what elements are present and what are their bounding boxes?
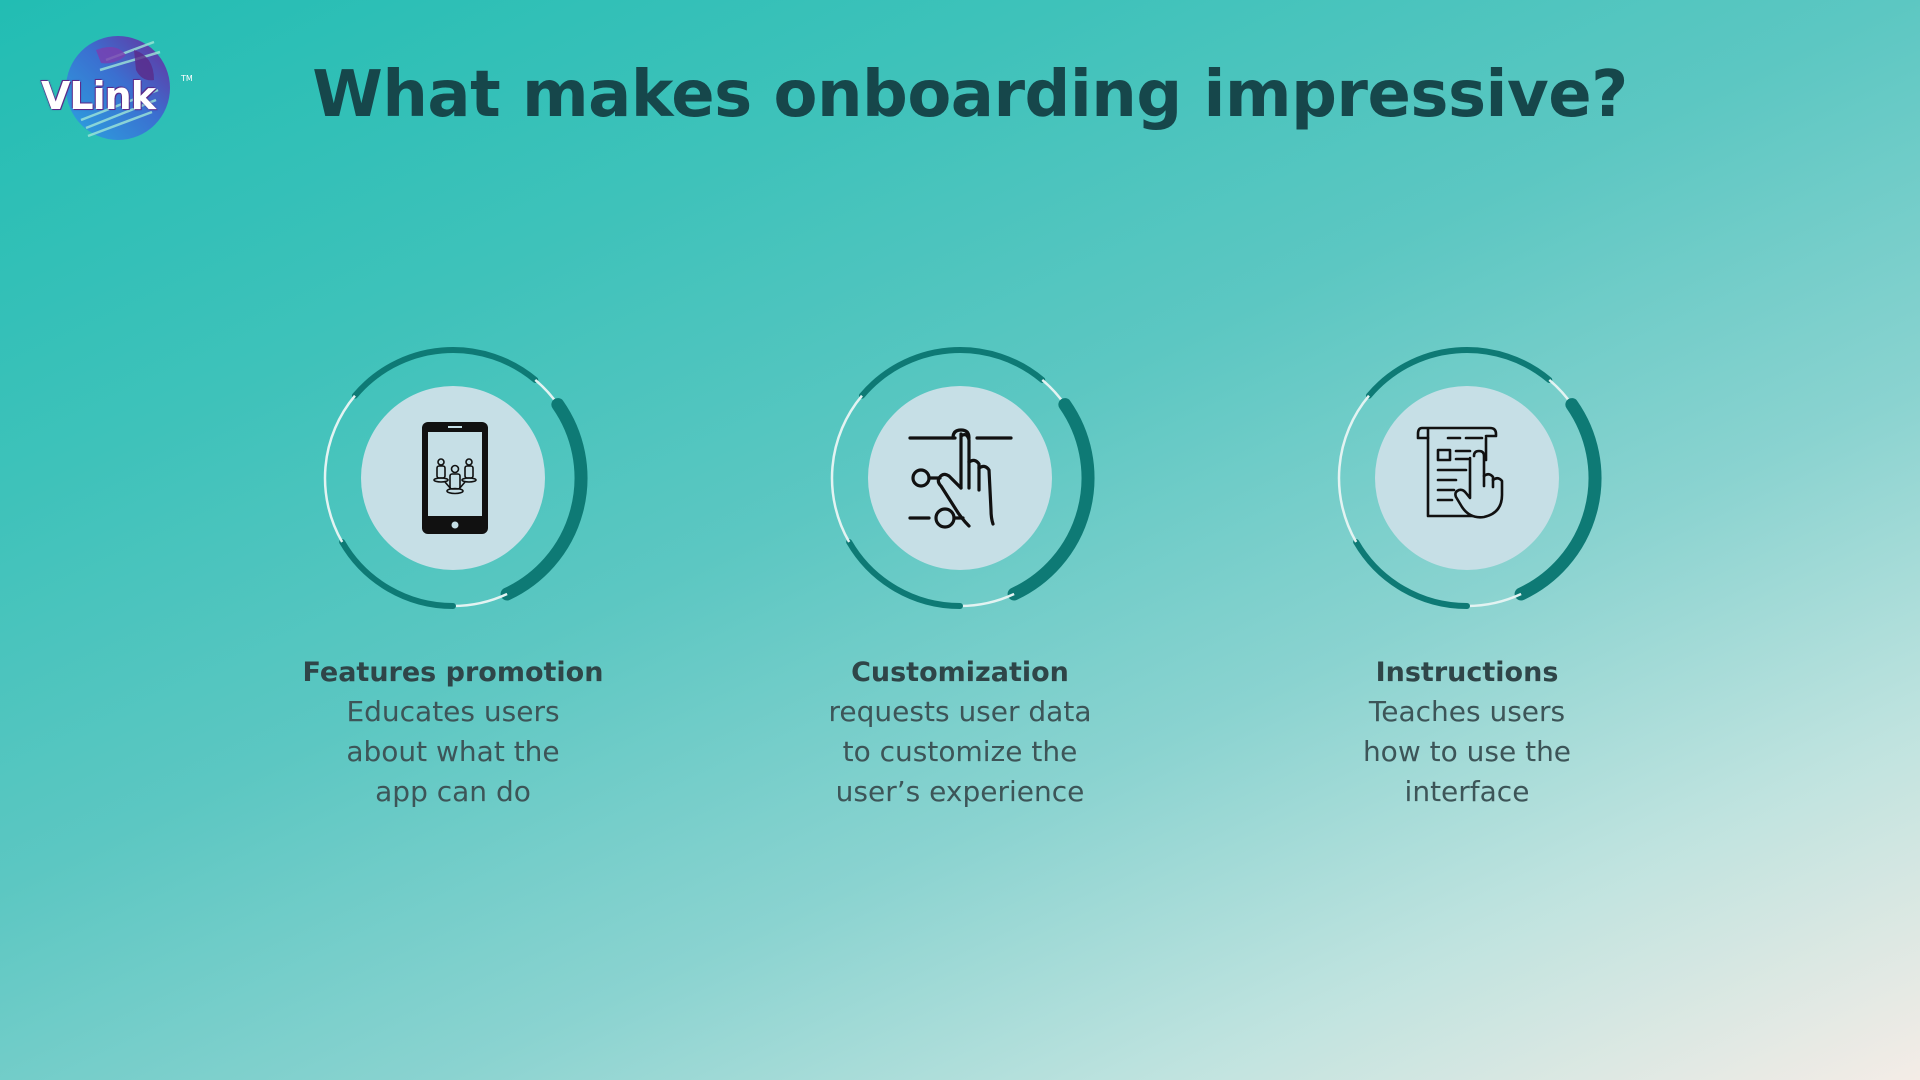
progress-ring: [822, 340, 1098, 616]
ring-gap-bottom: [959, 592, 1015, 608]
description-line: about what the: [346, 735, 560, 768]
card-title: Features promotion: [302, 657, 604, 688]
icon-circle: [1375, 386, 1559, 570]
document-hand-icon: [1416, 426, 1504, 519]
icon-circle: [868, 386, 1052, 570]
ring-gap-bottom: [452, 592, 508, 608]
ring-gap-left: [323, 394, 356, 543]
icon-circle: [361, 386, 545, 570]
ring-gap-left: [830, 394, 863, 543]
description-line: Teaches users: [1368, 695, 1566, 728]
description-line: user’s experience: [835, 775, 1085, 808]
description-line: Educates users: [346, 695, 560, 728]
page-title: What makes onboarding impressive?: [312, 58, 1628, 132]
description-line: interface: [1404, 775, 1530, 808]
card-title: Customization: [851, 657, 1069, 688]
progress-ring: [315, 340, 591, 616]
card-description: Teaches users how to use the interface: [1317, 692, 1617, 812]
card-customization: Customization requests user data to cust…: [750, 340, 1170, 812]
ring-gap-bottom: [1466, 592, 1522, 608]
smartphone-users-icon: [422, 422, 488, 534]
slider-hand-icon: [908, 428, 1013, 529]
description-line: to customize the: [842, 735, 1078, 768]
card-features-promotion: Features promotion Educates users about …: [243, 340, 663, 812]
progress-ring: [1329, 340, 1605, 616]
ring-gap-left: [1337, 394, 1370, 543]
card-description: Educates users about what the app can do: [303, 692, 603, 812]
card-title: Instructions: [1375, 657, 1559, 688]
description-line: app can do: [375, 775, 531, 808]
card-description: requests user data to customize the user…: [810, 692, 1110, 812]
description-line: how to use the: [1362, 735, 1572, 768]
description-line: requests user data: [828, 695, 1092, 728]
card-instructions: Instructions Teaches users how to use th…: [1257, 340, 1677, 812]
